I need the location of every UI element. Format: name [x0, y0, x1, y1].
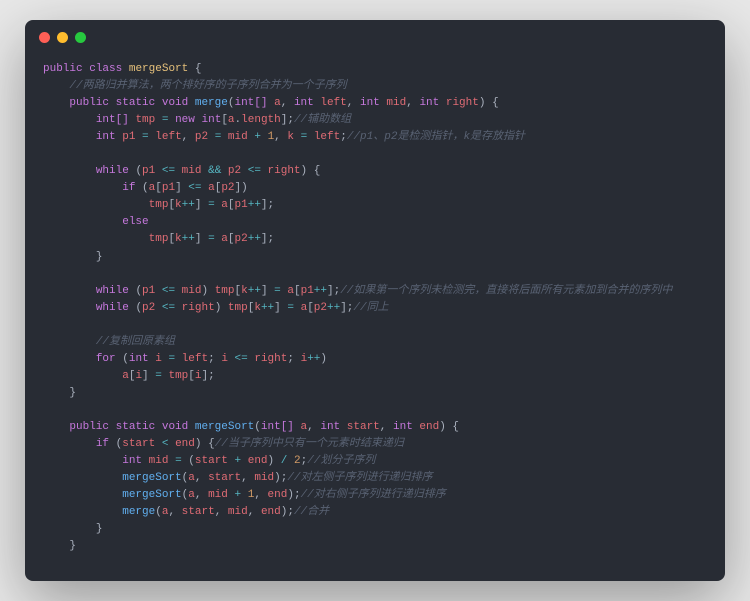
close-icon[interactable] [39, 32, 50, 43]
comment: //两路归并算法，两个排好序的子序列合并为一个子序列 [69, 80, 346, 92]
window-titlebar [25, 20, 725, 49]
fn-merge: merge [195, 97, 228, 109]
code-window: public class mergeSort { //两路归并算法，两个排好序的… [25, 20, 725, 581]
maximize-icon[interactable] [75, 32, 86, 43]
minimize-icon[interactable] [57, 32, 68, 43]
code-block: public class mergeSort { //两路归并算法，两个排好序的… [25, 49, 725, 581]
kw-class: class [89, 63, 122, 75]
fn-mergesort: mergeSort [195, 421, 254, 433]
class-name: mergeSort [129, 63, 188, 75]
kw-public: public [43, 63, 83, 75]
